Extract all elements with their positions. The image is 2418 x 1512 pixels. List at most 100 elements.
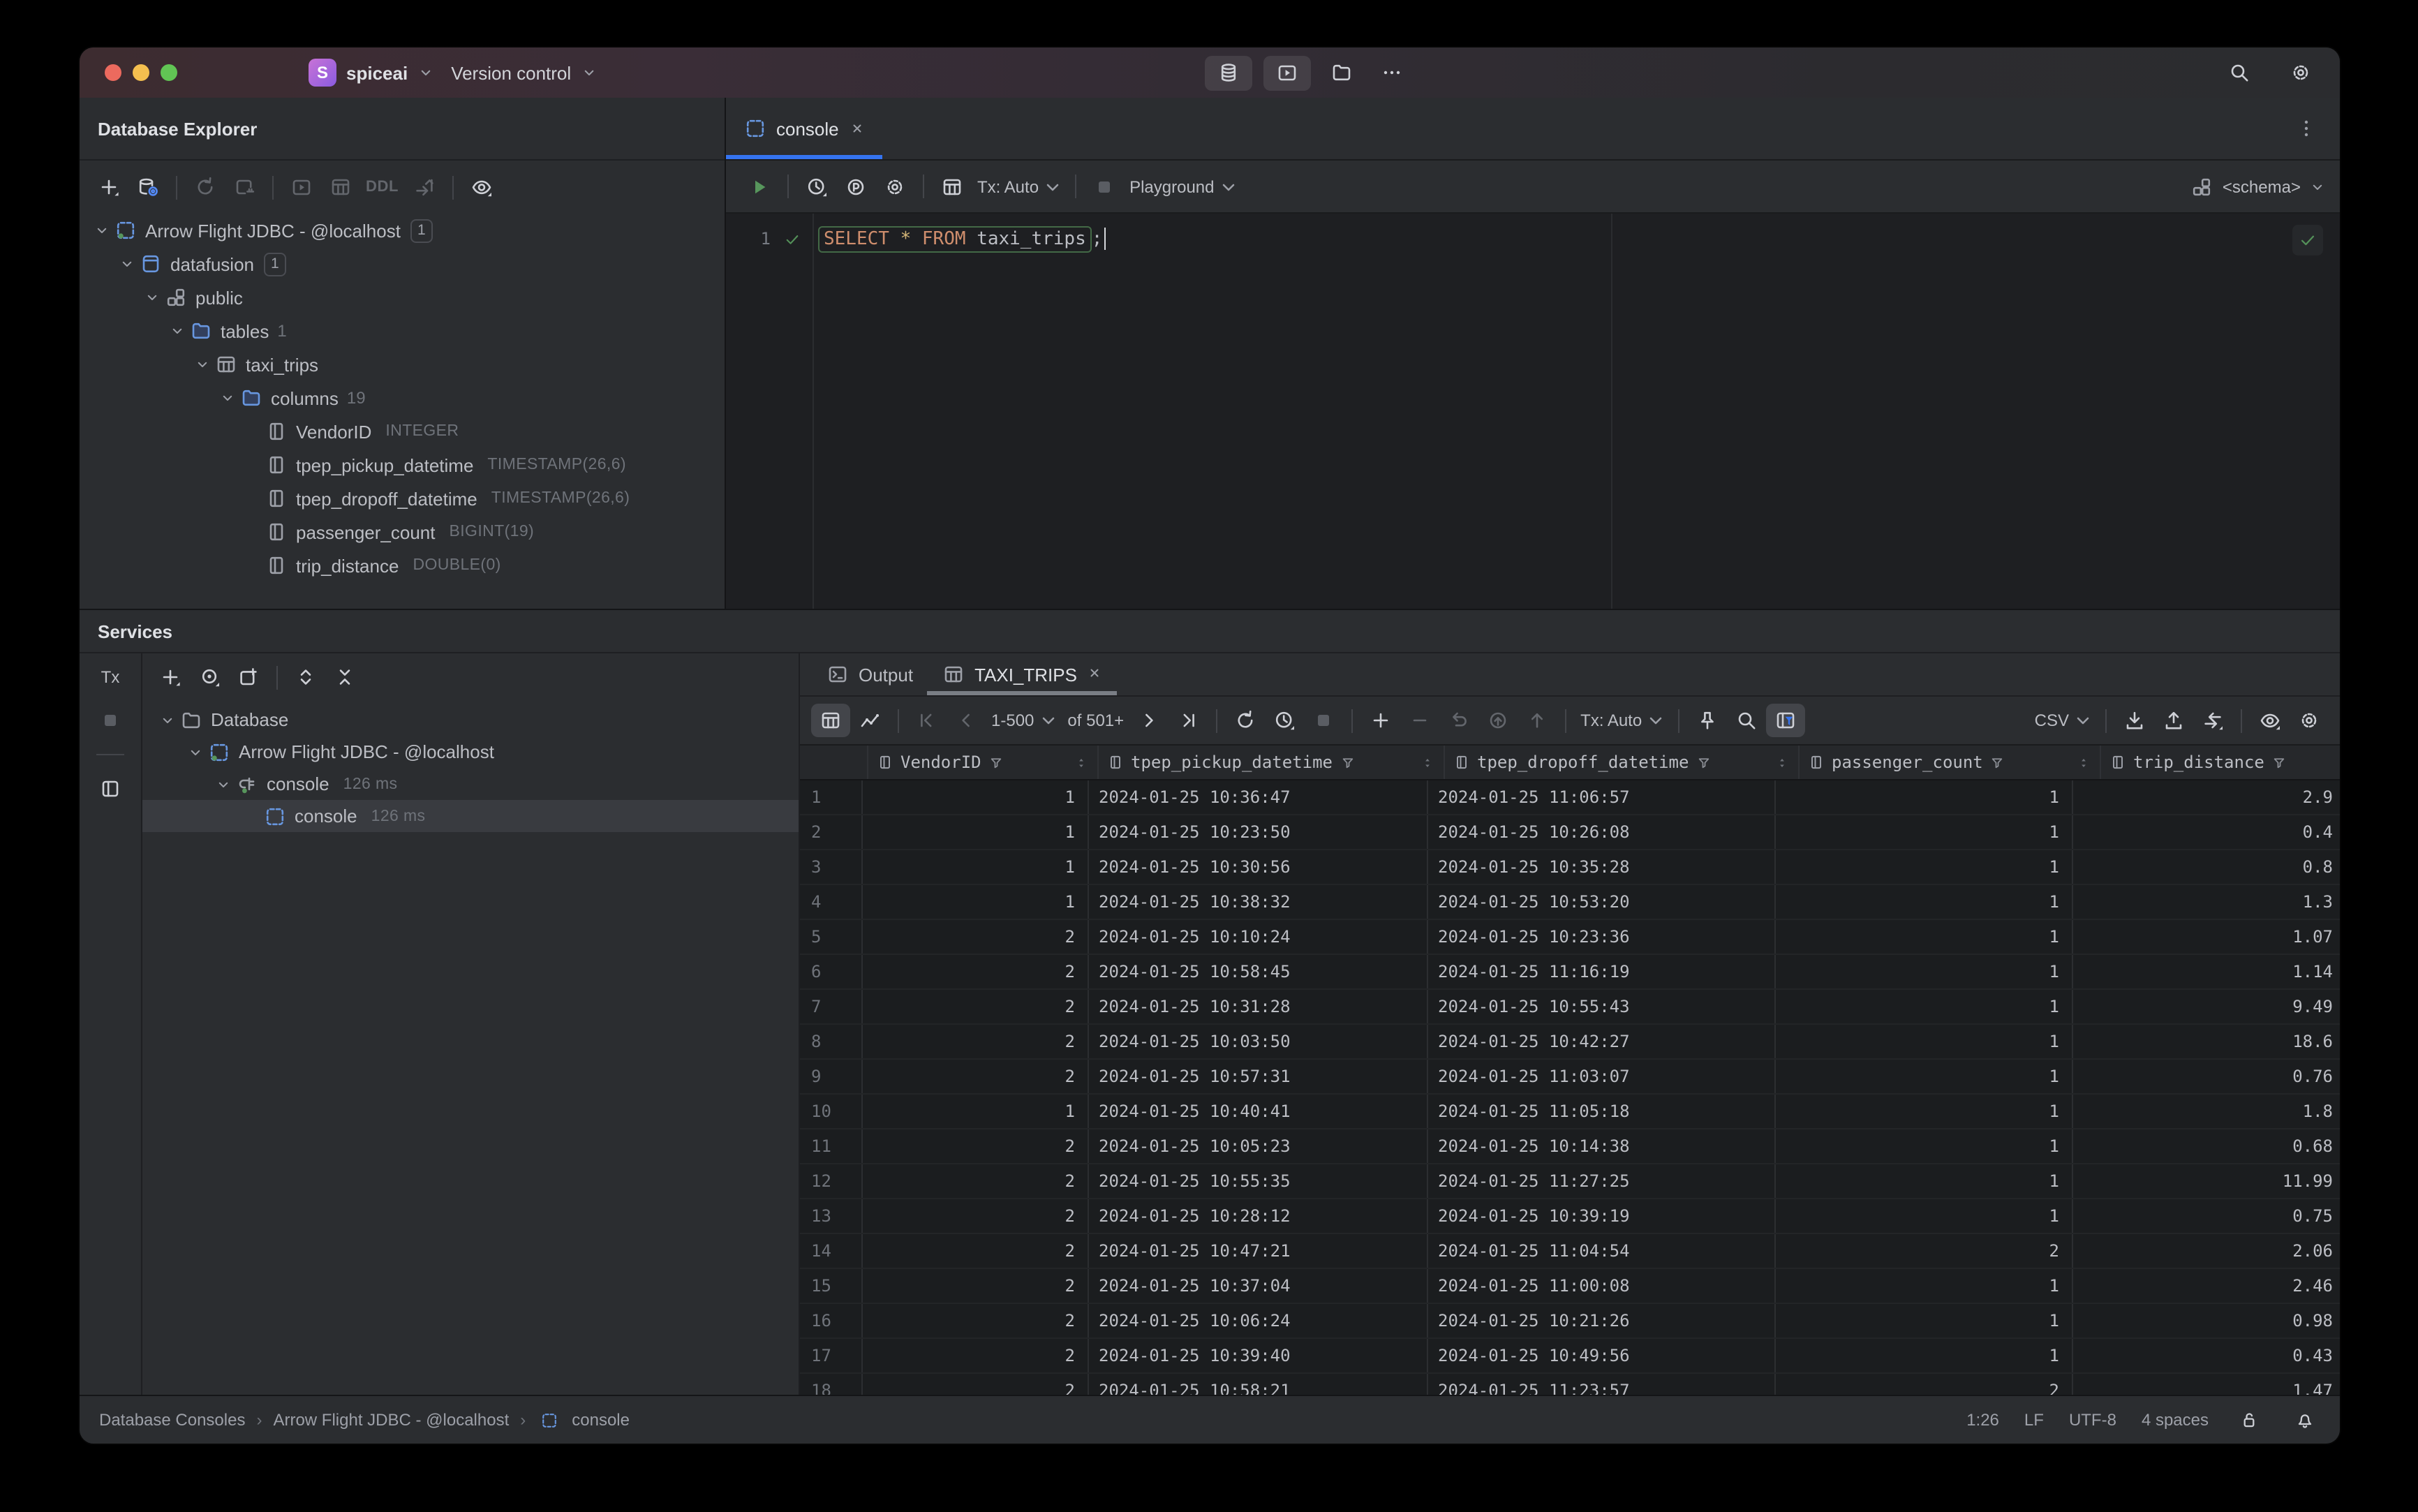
filter-funnel-icon[interactable] bbox=[1340, 755, 1355, 770]
open-in-new-tab[interactable] bbox=[229, 660, 268, 694]
column-header-tpep_pickup_datetime[interactable]: tpep_pickup_datetime bbox=[1099, 746, 1445, 779]
data-cell[interactable]: 2.9 bbox=[2073, 780, 2340, 814]
tab-output[interactable]: Output bbox=[811, 653, 927, 695]
pin-tab[interactable] bbox=[1688, 704, 1727, 737]
row-number-cell[interactable]: 15 bbox=[800, 1269, 863, 1303]
query-history[interactable] bbox=[797, 170, 836, 203]
stop[interactable] bbox=[1085, 170, 1124, 203]
data-cell[interactable]: 2024-01-25 10:26:08 bbox=[1428, 815, 1776, 849]
data-cell[interactable]: 2024-01-25 11:04:54 bbox=[1428, 1234, 1776, 1268]
data-cell[interactable]: 2024-01-25 10:06:24 bbox=[1089, 1304, 1428, 1337]
data-cell[interactable]: 2 bbox=[863, 990, 1089, 1023]
lock-open-icon[interactable] bbox=[2234, 1406, 2264, 1434]
tree-item[interactable]: trip_distance DOUBLE(0) bbox=[80, 549, 725, 582]
transaction-mode[interactable]: Tx: Auto bbox=[972, 170, 1067, 203]
data-cell[interactable]: 2024-01-25 10:28:12 bbox=[1089, 1199, 1428, 1233]
zoom-window-button[interactable] bbox=[161, 64, 177, 81]
find-in-grid[interactable] bbox=[1727, 704, 1766, 737]
grid-view-options[interactable] bbox=[2250, 704, 2290, 737]
data-cell[interactable]: 2024-01-25 10:38:32 bbox=[1089, 885, 1428, 919]
sort-icon[interactable] bbox=[1420, 755, 1435, 770]
schema-selector[interactable]: <schema> bbox=[2190, 175, 2326, 198]
data-cell[interactable]: 2024-01-25 10:58:21 bbox=[1089, 1374, 1428, 1398]
data-cell[interactable]: 2024-01-25 10:58:45 bbox=[1089, 955, 1428, 988]
data-cell[interactable]: 2024-01-25 10:40:41 bbox=[1089, 1095, 1428, 1128]
execution-parameters[interactable] bbox=[836, 170, 875, 203]
editor-body[interactable]: 1 SELECT * FROM taxi_trips ; bbox=[726, 214, 2340, 609]
column-header-trip_distance[interactable]: trip_distance bbox=[2101, 746, 2340, 779]
row-number-cell[interactable]: 3 bbox=[800, 850, 863, 884]
line-separator[interactable]: LF bbox=[2024, 1410, 2044, 1430]
data-cell[interactable]: 2 bbox=[863, 1234, 1089, 1268]
data-cell[interactable]: 2024-01-25 11:16:19 bbox=[1428, 955, 1776, 988]
filter-funnel-icon[interactable] bbox=[1990, 755, 2005, 770]
data-cell[interactable]: 0.98 bbox=[2073, 1304, 2340, 1337]
execute[interactable] bbox=[740, 170, 779, 203]
more-tool-windows-icon[interactable] bbox=[1372, 56, 1411, 89]
tree-item[interactable]: tpep_pickup_datetime TIMESTAMP(26,6) bbox=[80, 448, 725, 482]
chevron-down-icon[interactable] bbox=[191, 356, 214, 373]
filter-funnel-icon[interactable] bbox=[1696, 755, 1711, 770]
grid-transaction-mode[interactable]: Tx: Auto bbox=[1575, 704, 1670, 737]
tree-item[interactable]: Arrow Flight JDBC - @localhost 1 bbox=[80, 214, 725, 247]
data-cell[interactable]: 1 bbox=[1776, 1339, 2073, 1372]
jump-to-console[interactable] bbox=[225, 170, 264, 204]
data-cell[interactable]: 2 bbox=[863, 1339, 1089, 1372]
kebab-menu-icon[interactable] bbox=[2287, 112, 2326, 145]
data-cell[interactable]: 1.07 bbox=[2073, 920, 2340, 954]
refresh[interactable] bbox=[186, 170, 225, 204]
row-number-cell[interactable]: 10 bbox=[800, 1095, 863, 1128]
close-icon[interactable] bbox=[849, 120, 866, 137]
data-view-grid[interactable] bbox=[811, 704, 850, 737]
breadcrumb-item[interactable]: Database Consoles bbox=[99, 1410, 245, 1430]
data-cell[interactable]: 11.99 bbox=[2073, 1164, 2340, 1198]
console-view-mode[interactable]: Playground bbox=[1124, 170, 1242, 203]
last-page[interactable] bbox=[1169, 704, 1208, 737]
data-cell[interactable]: 2 bbox=[863, 1025, 1089, 1058]
data-cell[interactable]: 1.47 bbox=[2073, 1374, 2340, 1398]
total-rows[interactable]: of 501+ bbox=[1062, 704, 1129, 737]
data-cell[interactable]: 0.68 bbox=[2073, 1129, 2340, 1163]
data-cell[interactable]: 2024-01-25 10:55:43 bbox=[1428, 990, 1776, 1023]
tree-item[interactable]: passenger_count BIGINT(19) bbox=[80, 515, 725, 549]
data-cell[interactable]: 1 bbox=[1776, 1025, 2073, 1058]
tab-taxi-trips[interactable]: TAXI_TRIPS bbox=[927, 653, 1118, 695]
minimize-window-button[interactable] bbox=[133, 64, 149, 81]
row-number-cell[interactable]: 11 bbox=[800, 1129, 863, 1163]
chevron-down-icon[interactable] bbox=[116, 255, 138, 272]
data-cell[interactable]: 2024-01-25 10:14:38 bbox=[1428, 1129, 1776, 1163]
data-cell[interactable]: 1 bbox=[1776, 1269, 2073, 1303]
chevron-down-icon[interactable] bbox=[156, 711, 179, 728]
row-number-cell[interactable]: 5 bbox=[800, 920, 863, 954]
grid-settings[interactable] bbox=[2290, 704, 2329, 737]
delete-row[interactable] bbox=[1400, 704, 1439, 737]
row-number-cell[interactable]: 18 bbox=[800, 1374, 863, 1398]
data-cell[interactable]: 2024-01-25 10:03:50 bbox=[1089, 1025, 1428, 1058]
generate-ddl[interactable]: DDL bbox=[360, 170, 404, 204]
revert-changes[interactable] bbox=[1439, 704, 1478, 737]
console-settings[interactable] bbox=[875, 170, 914, 203]
tree-item[interactable]: taxi_trips bbox=[80, 348, 725, 381]
first-page[interactable] bbox=[907, 704, 947, 737]
export-format[interactable]: CSV bbox=[2029, 704, 2097, 737]
add-row[interactable] bbox=[1361, 704, 1400, 737]
row-number-cell[interactable]: 1 bbox=[800, 780, 863, 814]
run-tool-icon[interactable] bbox=[1263, 55, 1311, 90]
breadcrumb-item[interactable]: console bbox=[572, 1410, 630, 1430]
data-cell[interactable]: 1 bbox=[863, 780, 1089, 814]
chevron-down-icon[interactable] bbox=[184, 743, 207, 760]
jump-to-ddl[interactable] bbox=[404, 170, 443, 204]
row-number-cell[interactable]: 16 bbox=[800, 1304, 863, 1337]
filter-funnel-icon[interactable] bbox=[2271, 755, 2287, 770]
file-encoding[interactable]: UTF-8 bbox=[2069, 1410, 2116, 1430]
row-number-cell[interactable]: 8 bbox=[800, 1025, 863, 1058]
chevron-down-icon[interactable] bbox=[216, 390, 239, 406]
data-cell[interactable]: 1 bbox=[1776, 1129, 2073, 1163]
caret-position[interactable]: 1:26 bbox=[1966, 1410, 1999, 1430]
data-cell[interactable]: 2 bbox=[863, 1164, 1089, 1198]
data-cell[interactable]: 0.4 bbox=[2073, 815, 2340, 849]
settings-icon[interactable] bbox=[2281, 56, 2320, 89]
data-cell[interactable]: 2 bbox=[863, 955, 1089, 988]
row-number-cell[interactable]: 7 bbox=[800, 990, 863, 1023]
database-tool-icon[interactable] bbox=[1205, 55, 1252, 90]
